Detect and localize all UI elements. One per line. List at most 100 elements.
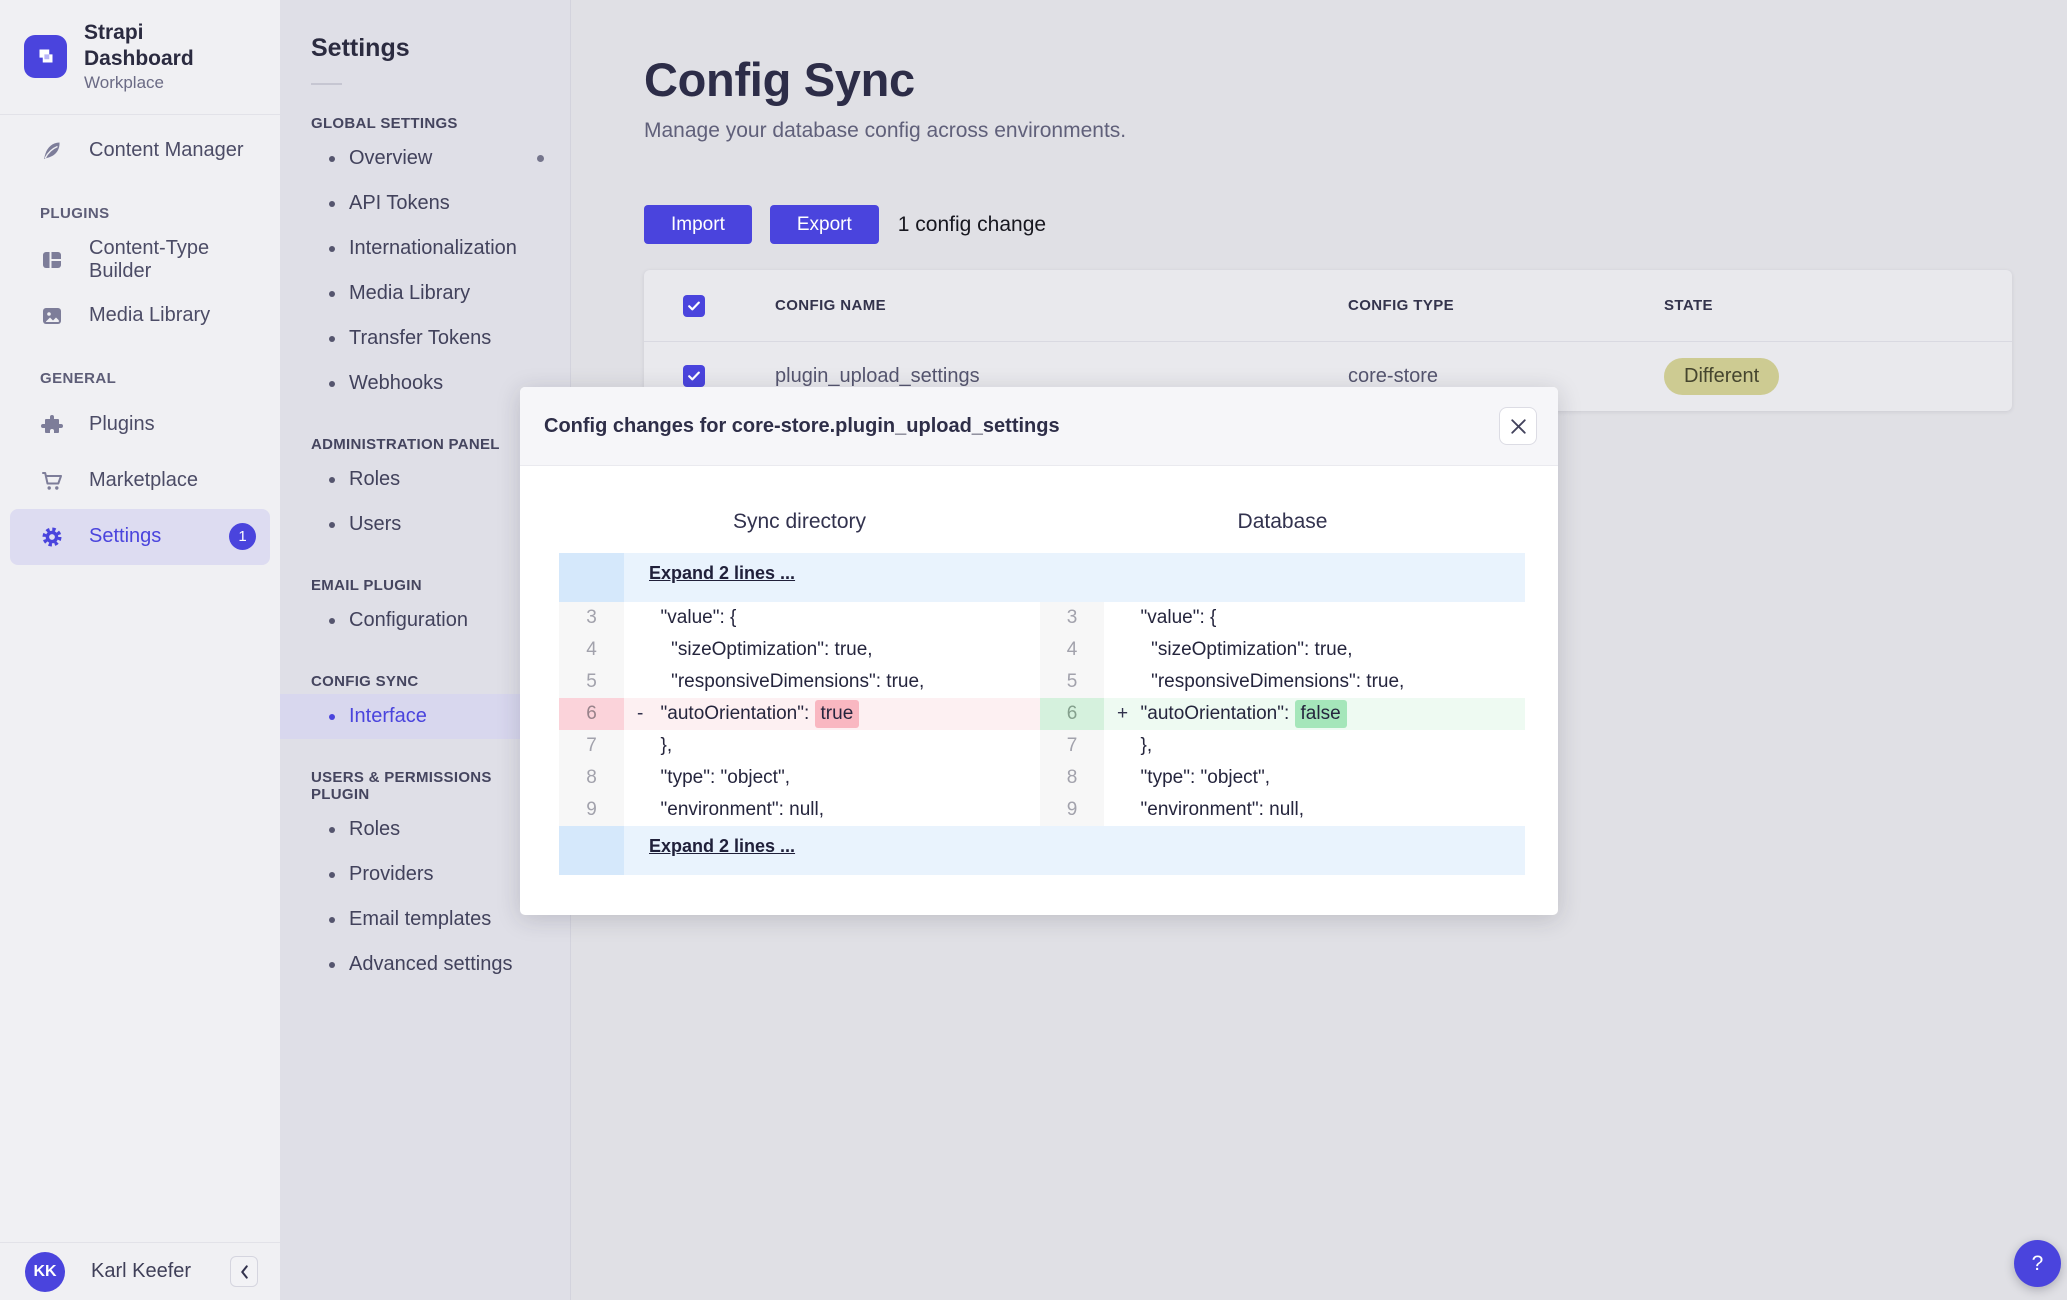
modal-body: Sync directory Database Expand 2 lines .…: [520, 466, 1558, 875]
subnav-section-administration-panel: ADMINISTRATION PANEL: [311, 436, 500, 453]
workspace-header: Strapi Dashboard Workplace: [0, 0, 280, 115]
export-button[interactable]: Export: [769, 205, 879, 244]
image-icon: [40, 304, 64, 328]
bullet-icon: [329, 155, 335, 162]
row-checkbox[interactable]: [683, 365, 705, 387]
close-icon: [1510, 418, 1526, 434]
subnav-item-label: Providers: [349, 863, 434, 885]
nav-item-plugins[interactable]: Plugins: [0, 397, 280, 453]
line-number-left-removed: 6: [559, 698, 624, 730]
code-line-left: "responsiveDimensions": true,: [624, 666, 1040, 698]
subnav-item-media-library[interactable]: Media Library: [280, 271, 570, 316]
pen-icon: [40, 139, 64, 163]
sync-directory-header: Sync directory: [732, 510, 867, 533]
user-footer: KK Karl Keefer: [0, 1242, 280, 1300]
subnav-item-label: Interface: [349, 705, 427, 727]
database-header: Database: [1237, 510, 1328, 533]
subnav-item-label: Configuration: [349, 609, 468, 631]
overview-notification-dot: [537, 154, 544, 162]
code-line-left: "value": {: [624, 602, 1040, 634]
settings-notification-badge: 1: [229, 523, 256, 550]
code-line-right: "sizeOptimization": true,: [1104, 634, 1525, 666]
line-number-right: 7: [1040, 730, 1104, 762]
diff-view: Expand 2 lines ... 3 "value": { 3 "value…: [559, 553, 1525, 875]
bullet-icon: [329, 617, 335, 624]
nav-item-label: Plugins: [89, 413, 155, 435]
gear-icon: [40, 525, 64, 549]
table-header-row: CONFIG NAME CONFIG TYPE STATE: [644, 270, 2012, 342]
nav-section-general: GENERAL: [40, 369, 117, 387]
subnav-section-global-settings: GLOBAL SETTINGS: [311, 115, 458, 132]
nav-item-content-manager[interactable]: Content Manager: [0, 123, 280, 179]
column-header-state: STATE: [1664, 297, 1713, 314]
help-button[interactable]: ?: [2014, 1240, 2061, 1287]
config-change-count: 1 config change: [897, 212, 1047, 236]
line-number-left: 8: [559, 762, 624, 794]
column-header-config-name: CONFIG NAME: [775, 297, 887, 314]
subnav-item-label: Email templates: [349, 908, 492, 930]
diff-pane-headers: Sync directory Database: [559, 510, 1519, 534]
code-line-right: "responsiveDimensions": true,: [1104, 666, 1525, 698]
strapi-logo-icon: [24, 34, 67, 78]
nav-item-media-library[interactable]: Media Library: [0, 288, 280, 344]
toolbar: Import Export 1 config change: [644, 205, 2012, 244]
nav-item-marketplace[interactable]: Marketplace: [0, 453, 280, 509]
nav-item-label: Marketplace: [89, 469, 198, 491]
expand-gutter: [559, 826, 624, 875]
bullet-icon: [329, 380, 335, 387]
check-icon: [688, 301, 700, 310]
bullet-icon: [329, 200, 335, 207]
code-line-right: "type": "object",: [1104, 762, 1525, 794]
nav-items: Content Manager PLUGINS Content-Type Bui…: [0, 115, 280, 1243]
subnav-item-api-tokens[interactable]: API Tokens: [280, 181, 570, 226]
expand-lines-link[interactable]: Expand 2 lines ...: [649, 563, 795, 584]
code-line-left: "environment": null,: [624, 794, 1040, 826]
bullet-icon: [329, 335, 335, 342]
expand-row-top: Expand 2 lines ...: [624, 553, 1525, 602]
page-title: Config Sync: [644, 53, 915, 106]
line-number-left: 7: [559, 730, 624, 762]
collapse-sidebar-button[interactable]: [230, 1256, 258, 1287]
select-all-checkbox[interactable]: [683, 294, 705, 317]
subnav-item-overview[interactable]: Overview: [280, 136, 570, 181]
nav-item-settings[interactable]: Settings 1: [10, 508, 270, 565]
puzzle-icon: [40, 413, 64, 437]
added-marker: +: [1117, 703, 1129, 724]
line-number-left: 4: [559, 634, 624, 666]
nav-item-label: Content Manager: [89, 139, 244, 161]
subnav-item-label: Advanced settings: [349, 953, 513, 975]
nav-section-plugins: PLUGINS: [40, 204, 110, 222]
line-number-right: 4: [1040, 634, 1104, 666]
subnav-item-label: Webhooks: [349, 372, 444, 394]
expand-lines-link[interactable]: Expand 2 lines ...: [649, 836, 795, 857]
nav-item-label: Media Library: [89, 304, 211, 326]
added-value-highlight: false: [1294, 700, 1347, 728]
app-title: Strapi Dashboard: [84, 21, 194, 71]
line-number-left: 3: [559, 602, 624, 634]
page-subtitle: Manage your database config across envir…: [644, 119, 1127, 142]
code-line-left: "sizeOptimization": true,: [624, 634, 1040, 666]
nav-item-content-type-builder[interactable]: Content-Type Builder: [0, 232, 280, 288]
line-number-left: 9: [559, 794, 624, 826]
expand-gutter: [559, 553, 624, 602]
config-type-cell: core-store: [1348, 364, 1439, 387]
subnav-item-label: Media Library: [349, 282, 471, 304]
line-number-right: 8: [1040, 762, 1104, 794]
subnav-item-label: Roles: [349, 818, 401, 840]
layout-grid-icon: [40, 248, 64, 272]
subnav-item-label: Roles: [349, 468, 401, 490]
subnav-section-config-sync: CONFIG SYNC: [311, 673, 419, 690]
bullet-icon: [329, 826, 335, 833]
subnav-item-label: Transfer Tokens: [349, 327, 492, 349]
subnav-item-transfer-tokens[interactable]: Transfer Tokens: [280, 316, 570, 361]
subnav-item-advanced-settings[interactable]: Advanced settings: [280, 942, 570, 987]
subnav-item-internationalization[interactable]: Internationalization: [280, 226, 570, 271]
subnav-section-email-plugin: EMAIL PLUGIN: [311, 577, 422, 594]
subnav-item-label: Overview: [349, 147, 433, 169]
line-number-left: 5: [559, 666, 624, 698]
state-badge: Different: [1664, 357, 1780, 395]
main-nav: Strapi Dashboard Workplace Content Manag…: [0, 0, 280, 1300]
close-modal-button[interactable]: [1499, 407, 1537, 445]
import-button[interactable]: Import: [644, 205, 752, 244]
nav-item-label: Settings: [89, 525, 162, 547]
